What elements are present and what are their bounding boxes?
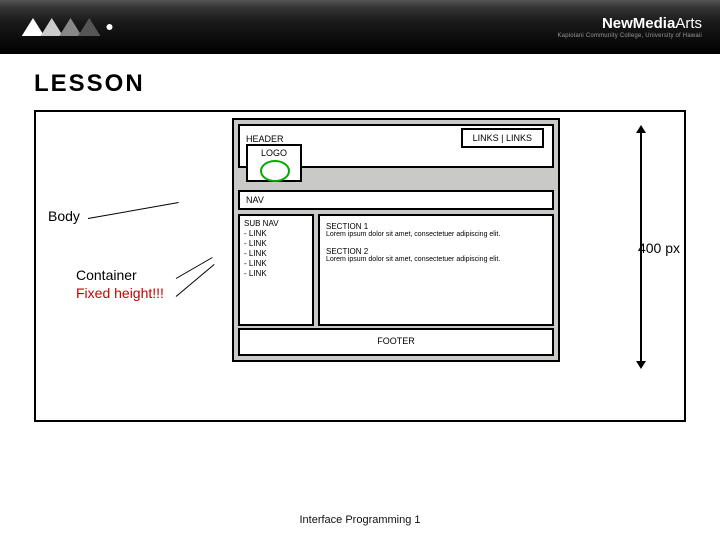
wf-section2-text: Lorem ipsum dolor sit amet, consectetuer… — [326, 256, 546, 264]
wf-subnav: SUB NAV - LINK - LINK - LINK - LINK - LI… — [238, 214, 314, 326]
nma-logo-icon — [18, 11, 138, 43]
wf-footer: FOOTER — [238, 328, 554, 356]
arrow-down-icon — [636, 361, 646, 369]
wf-nav: NAV — [238, 190, 554, 210]
wf-subnav-item: - LINK — [244, 269, 308, 279]
wf-section2-title: SECTION 2 — [326, 247, 546, 256]
brand-text: NewMediaArts Kapiolani Community College… — [557, 15, 702, 39]
annotation-container-line1: Container — [76, 266, 164, 284]
wf-content: SECTION 1 Lorem ipsum dolor sit amet, co… — [318, 214, 554, 326]
brand-bold: NewMedia — [602, 15, 675, 32]
lesson-title: LESSON — [34, 70, 686, 98]
annotation-body: Body — [48, 208, 80, 224]
top-banner: NewMediaArts Kapiolani Community College… — [0, 0, 720, 54]
wf-subnav-item: - LINK — [244, 249, 308, 259]
dimension-line — [640, 131, 642, 363]
slide-footer: Interface Programming 1 — [0, 514, 720, 526]
wf-header-label: HEADER — [246, 134, 284, 144]
dimension-bar — [636, 125, 646, 369]
wf-section1-title: SECTION 1 — [326, 222, 546, 231]
wf-nav-label: NAV — [246, 195, 264, 205]
wireframe-container: HEADER LINKS | LINKS LOGO NAV SUB NAV - … — [232, 118, 560, 362]
wf-footer-label: FOOTER — [377, 336, 415, 346]
annotation-container: Container Fixed height!!! — [76, 266, 164, 302]
brand-subtitle: Kapiolani Community College, University … — [557, 33, 702, 39]
wf-subnav-item: - LINK — [244, 259, 308, 269]
wf-subnav-title: SUB NAV — [244, 219, 308, 229]
brand-light: Arts — [675, 15, 702, 32]
slide-body: LESSON HEADER LINKS | LINKS LOGO NAV SUB… — [0, 54, 720, 422]
wf-section1-text: Lorem ipsum dolor sit amet, consectetuer… — [326, 231, 546, 239]
annotation-container-line2: Fixed height!!! — [76, 284, 164, 302]
wf-links: LINKS | LINKS — [461, 128, 544, 148]
wf-subnav-item: - LINK — [244, 229, 308, 239]
wf-subnav-item: - LINK — [244, 239, 308, 249]
wf-logo-label: LOGO — [261, 148, 287, 158]
wf-links-text: LINKS | LINKS — [461, 128, 544, 148]
wf-main: SUB NAV - LINK - LINK - LINK - LINK - LI… — [238, 214, 554, 326]
wf-logo: LOGO — [246, 144, 302, 182]
